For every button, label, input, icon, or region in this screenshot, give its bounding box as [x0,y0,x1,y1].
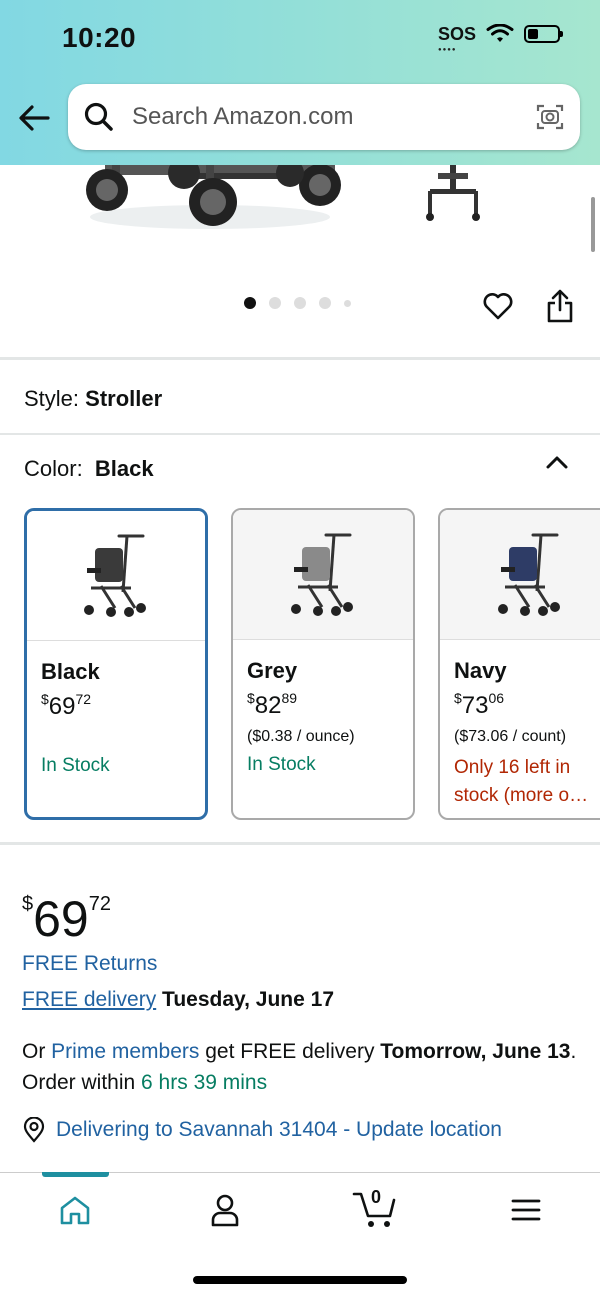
divider [0,433,600,435]
carousel-dots[interactable] [244,297,351,309]
style-label: Style: [24,386,80,411]
currency-symbol: $ [247,690,255,706]
wifi-icon [486,24,514,42]
heart-icon[interactable] [482,290,514,322]
prime-prefix: Or [22,1040,52,1063]
carousel-dot[interactable] [294,297,306,309]
divider [0,357,600,360]
cart-button[interactable]: 0 [352,1186,398,1230]
delivery-location-text[interactable]: Delivering to Savannah 31404 - Update lo… [56,1118,502,1142]
prime-middle: get FREE delivery [199,1040,381,1063]
order-countdown: 6 hrs 39 mins [141,1071,268,1094]
price-whole: 73 [461,692,489,719]
color-selector[interactable]: Color: Black [24,456,154,482]
product-image [86,157,480,229]
location-pin-icon [23,1117,45,1143]
color-label: Color: [24,456,83,481]
scrollbar[interactable] [591,197,595,252]
swatch-price: $6972 [41,691,91,721]
swatch-name: Navy [454,658,507,683]
product-image-carousel[interactable] [0,157,600,360]
home-indicator[interactable] [193,1276,407,1284]
carousel-dot[interactable] [269,297,281,309]
stroller-thumbnail [498,533,560,616]
price-whole: 69 [33,891,89,947]
divider [0,842,600,845]
share-icon[interactable] [544,288,576,324]
delivery-date: Tuesday, June 17 [162,988,335,1011]
menu-icon[interactable] [508,1192,544,1228]
delivery-location[interactable]: Delivering to Savannah 31404 - Update lo… [22,1117,502,1143]
free-returns-link[interactable]: FREE Returns [22,952,157,976]
swatch-price: $8289 [247,690,297,720]
search-bar[interactable] [68,84,580,150]
stock-status: In Stock [41,755,110,776]
free-delivery-link[interactable]: FREE delivery [22,988,156,1011]
cart-count: 0 [371,1187,382,1207]
prime-date: Tomorrow, June 13 [380,1040,571,1063]
price-fraction: 06 [488,690,505,706]
currency-symbol: $ [41,691,49,707]
camera-icon[interactable] [534,101,566,133]
price-fraction: 89 [281,690,298,706]
price-whole: 82 [254,692,282,719]
swatch-navy[interactable]: Navy $7306 ($73.06 / count) Only 16 left… [438,508,600,820]
battery-icon [524,25,563,43]
style-selector[interactable]: Style: Stroller [24,386,162,412]
active-tab-indicator [42,1172,109,1177]
swatch-image [440,510,600,640]
style-value: Stroller [85,386,163,411]
chevron-up-icon[interactable] [544,450,570,476]
stock-status: In Stock [247,754,316,775]
prime-delivery-info: Or Prime members get FREE delivery Tomor… [22,1036,582,1098]
stroller-thumbnail [291,533,353,616]
header-bar: 10:20 SOS ●●●● [0,0,600,165]
swatch-image [233,510,413,640]
sos-indicator: SOS ●●●● [437,24,476,53]
unit-price: ($73.06 / count) [454,728,567,745]
swatch-price: $7306 [454,690,504,720]
carousel-dot[interactable] [344,299,351,307]
swatch-grey[interactable]: Grey $8289 ($0.38 / ounce) In Stock [231,508,415,820]
sos-dots: ●●●● [437,47,457,53]
stroller-thumbnail [84,534,146,617]
swatch-name: Grey [247,658,298,683]
color-value: Black [94,456,154,481]
search-input[interactable] [132,103,534,131]
account-icon[interactable] [207,1192,243,1228]
carousel-dot-active[interactable] [244,297,256,309]
prime-members-link[interactable]: Prime members [51,1040,199,1063]
price-fraction: 72 [88,893,111,915]
back-arrow-icon[interactable] [16,100,52,136]
price-whole: 69 [48,693,76,720]
search-icon [84,102,113,131]
home-icon[interactable] [57,1192,93,1228]
swatch-name: Black [41,659,100,684]
status-icons: SOS ●●●● [437,24,563,53]
currency-symbol: $ [22,893,34,915]
currency-symbol: $ [454,690,462,706]
stock-status: Only 16 left in stock (more o… [454,757,589,806]
carousel-dot[interactable] [319,297,331,309]
swatch-black[interactable]: Black $6972 In Stock [24,508,208,820]
price-fraction: 72 [75,691,92,707]
unit-price: ($0.38 / ounce) [247,728,355,745]
status-time: 10:20 [62,22,137,53]
delivery-info: FREE delivery Tuesday, June 17 [22,988,334,1012]
sos-label: SOS [437,24,476,44]
product-price: $6972 [22,876,111,947]
swatch-image [27,511,205,641]
